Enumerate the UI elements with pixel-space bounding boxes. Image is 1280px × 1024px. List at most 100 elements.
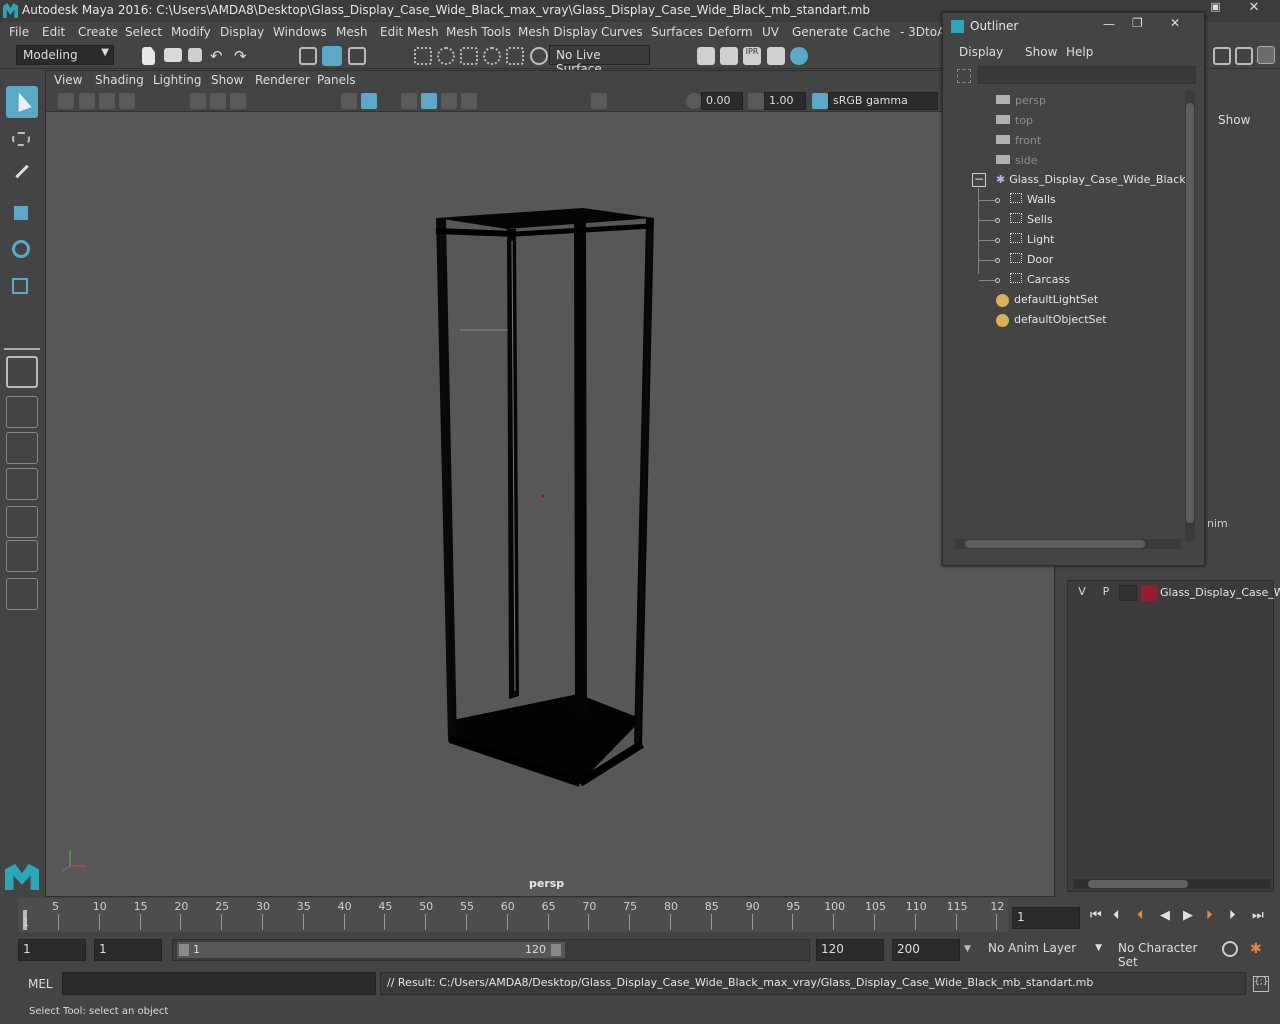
outliner-close-button[interactable]: ✕ (1170, 16, 1180, 30)
layer-horizontal-scrollbar[interactable] (1074, 879, 1270, 889)
outliner-item-default-object-set[interactable]: defaultObjectSet (996, 313, 1107, 327)
custom-layout-icon[interactable] (6, 578, 38, 610)
anim-start-field[interactable]: 1 (18, 939, 86, 961)
time-slider[interactable]: 1 5 10 15 20 25 30 35 40 45 50 55 60 65 70 75 80 85 90 95 1… (0, 898, 1280, 936)
outliner-item-carcass[interactable]: Carcass (979, 273, 1070, 286)
collapse-toggle-icon[interactable]: − (972, 173, 986, 187)
mode-selector[interactable]: Modeling ▼ (16, 45, 114, 65)
menu-display[interactable]: Display (220, 25, 264, 39)
render-settings-icon[interactable] (767, 47, 785, 65)
snap-curve-icon[interactable] (437, 47, 455, 65)
restore-button[interactable]: ❐ (1132, 16, 1143, 30)
range-start-grip[interactable] (179, 944, 189, 956)
outliner-menu-help[interactable]: Help (1066, 45, 1093, 59)
play-backward-icon[interactable]: ◀ (1160, 908, 1170, 923)
outliner-menu-display[interactable]: Display (959, 45, 1003, 59)
outliner-item-side[interactable]: side (996, 154, 1038, 167)
outliner-item-door[interactable]: Door (979, 253, 1053, 266)
menu-windows[interactable]: Windows (273, 25, 327, 39)
menu-uv[interactable]: UV (762, 25, 779, 39)
menu-deform[interactable]: Deform (708, 25, 753, 39)
perspective-viewport[interactable]: View Shading Lighting Show Renderer Pane… (45, 70, 1055, 897)
single-view-layout-icon[interactable] (6, 356, 38, 388)
script-editor-icon[interactable]: {;} (1253, 976, 1269, 992)
playback-end-field[interactable]: 120 (816, 939, 884, 961)
paint-select-tool-icon[interactable] (6, 162, 38, 194)
snap-surface-icon[interactable] (506, 47, 524, 65)
preferences-icon[interactable]: ✱ (1250, 941, 1268, 959)
outliner-item-default-light-set[interactable]: defaultLightSet (996, 293, 1098, 307)
snap-view-icon[interactable] (483, 47, 501, 65)
outliner-horizontal-scrollbar[interactable] (955, 539, 1181, 549)
layer-visibility-toggle[interactable]: V (1074, 585, 1090, 601)
layer-color-swatch[interactable] (1141, 585, 1157, 601)
outliner-menu-show[interactable]: Show (1025, 45, 1057, 59)
menu-edit[interactable]: Edit (42, 25, 65, 39)
range-slider-handle[interactable]: 1 120 (177, 942, 565, 958)
select-tool-icon[interactable] (6, 86, 38, 118)
menu-mesh-display[interactable]: Mesh Display (518, 25, 598, 39)
menu-modify[interactable]: Modify (171, 25, 211, 39)
snap-grid-icon[interactable] (414, 47, 432, 65)
go-to-end-icon[interactable]: ⏭ (1252, 908, 1264, 923)
menu-generate[interactable]: Generate (792, 25, 848, 39)
anim-layer-selector[interactable]: No Anim Layer ▼ (982, 939, 1104, 961)
undo-icon[interactable]: ↶ (210, 47, 228, 65)
outliner-item-persp[interactable]: persp (996, 94, 1046, 107)
range-end-grip[interactable] (551, 944, 561, 956)
four-view-layout-icon[interactable] (6, 396, 38, 428)
current-frame-field[interactable]: 1 (1012, 907, 1080, 929)
hypershade-layout-icon[interactable] (6, 540, 38, 572)
outliner-titlebar[interactable]: Outliner — ❐ ✕ (943, 13, 1204, 41)
minimize-button[interactable]: — (1103, 17, 1115, 31)
step-back-frame-icon[interactable]: ⏴ (1137, 908, 1144, 923)
playback-start-field[interactable]: 1 (94, 939, 162, 961)
render-frame-icon[interactable] (720, 47, 738, 65)
snap-point-icon[interactable] (460, 47, 478, 65)
chevron-down-icon[interactable]: ▼ (964, 944, 971, 954)
menu-file[interactable]: File (9, 25, 29, 39)
new-scene-icon[interactable] (142, 47, 155, 65)
menu-surfaces[interactable]: Surfaces (651, 25, 703, 39)
command-input[interactable] (62, 972, 376, 995)
menu-mesh-tools[interactable]: Mesh Tools (446, 25, 511, 39)
range-slider-track[interactable]: 1 120 (172, 939, 810, 961)
render-view-icon[interactable] (697, 47, 715, 65)
outliner-item-light[interactable]: Light (979, 233, 1054, 246)
redo-icon[interactable]: ↷ (234, 47, 252, 65)
rotate-tool-icon[interactable] (6, 234, 38, 266)
menu-edit-mesh[interactable]: Edit Mesh (380, 25, 439, 39)
command-language-label[interactable]: MEL (28, 977, 53, 991)
scale-tool-icon[interactable] (6, 272, 38, 304)
select-by-object-icon[interactable] (322, 46, 342, 66)
anim-tab[interactable]: nim (1207, 517, 1228, 530)
step-back-key-icon[interactable]: ⏴ (1113, 908, 1120, 923)
layer-name[interactable]: Glass_Display_Case_W (1160, 586, 1280, 599)
outliner-item-front[interactable]: front (996, 134, 1041, 147)
uv-layout-icon[interactable] (6, 506, 38, 538)
menu-mesh[interactable]: Mesh (336, 25, 368, 39)
go-to-start-icon[interactable]: ⏮ (1090, 908, 1102, 923)
step-forward-key-icon[interactable]: ⏵ (1229, 908, 1236, 923)
outliner-layout-icon[interactable] (6, 432, 38, 464)
layer-playback-toggle[interactable]: P (1098, 585, 1114, 601)
move-tool-icon[interactable] (6, 198, 38, 230)
outliner-item-top[interactable]: top (996, 114, 1033, 127)
outliner-item-walls[interactable]: Walls (979, 193, 1056, 206)
live-surface-field[interactable]: No Live Surface (549, 45, 650, 76)
open-scene-icon[interactable] (164, 48, 182, 62)
outliner-item-sells[interactable]: Sells (979, 213, 1053, 226)
display-case-model[interactable] (46, 71, 1054, 896)
layout-icon[interactable] (1213, 47, 1231, 65)
outliner-item-group[interactable]: ✱ Glass_Display_Case_Wide_Black_i (996, 173, 1194, 186)
outliner-search-input[interactable] (978, 66, 1196, 84)
snap-toggle-icon[interactable] (530, 47, 548, 65)
auto-key-icon[interactable] (1222, 941, 1238, 957)
close-button[interactable]: ✕ (1232, 0, 1276, 18)
outliner-filter-icon[interactable] (957, 69, 971, 83)
play-forward-icon[interactable]: ▶ (1183, 908, 1193, 923)
select-by-hierarchy-icon[interactable] (299, 47, 317, 65)
graph-layout-icon[interactable] (6, 468, 38, 500)
tool-settings-icon[interactable] (1235, 47, 1253, 65)
lasso-tool-icon[interactable] (6, 126, 38, 158)
